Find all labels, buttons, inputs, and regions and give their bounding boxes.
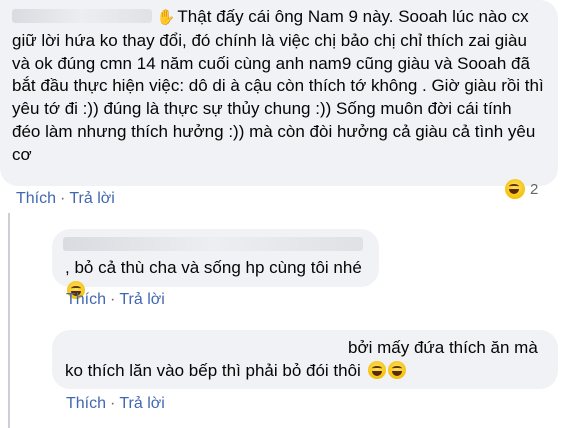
replier-name-redacted[interactable] <box>63 237 363 251</box>
laughing-emoji-icon <box>505 179 525 199</box>
reaction-count: 2 <box>530 180 539 198</box>
reply-actions: Thích · Trả lời <box>66 291 165 309</box>
laughing-emoji-icon <box>367 360 386 379</box>
reply-text: bởi mấy đứa thích ăn mà ko thích lăn vào… <box>65 338 538 380</box>
reply-bubble: bởi mấy đứa thích ăn mà ko thích lăn vào… <box>52 330 558 389</box>
reaction-summary[interactable]: 2 <box>505 177 538 201</box>
commenter-name-redacted[interactable] <box>12 9 152 23</box>
reply-button[interactable]: Trả lời <box>69 190 114 207</box>
like-button[interactable]: Thích <box>66 291 106 308</box>
reply-actions: Thích · Trả lời <box>66 395 165 413</box>
like-button[interactable]: Thích <box>16 190 56 207</box>
like-button[interactable]: Thích <box>66 395 106 412</box>
comment-bubble: ✋ Thật đấy cái ông Nam 9 này. Sooah lúc n… <box>0 0 558 186</box>
action-separator: · <box>60 190 66 207</box>
reply-button[interactable]: Trả lời <box>119 291 164 308</box>
comment-text: ✋ Thật đấy cái ông Nam 9 này. Sooah lúc n… <box>12 7 544 164</box>
action-separator: · <box>110 395 116 412</box>
reply-bubble: , bỏ cả thù cha và sống hp cùng tôi nhé <box>52 229 379 299</box>
reply-thread-line <box>8 213 10 428</box>
waving-hand-icon: ✋ <box>156 9 176 26</box>
comment-actions: Thích · Trả lời <box>16 190 115 208</box>
reply-button[interactable]: Trả lời <box>119 395 164 412</box>
action-separator: · <box>110 291 116 308</box>
laughing-emoji-icon <box>387 360 406 379</box>
